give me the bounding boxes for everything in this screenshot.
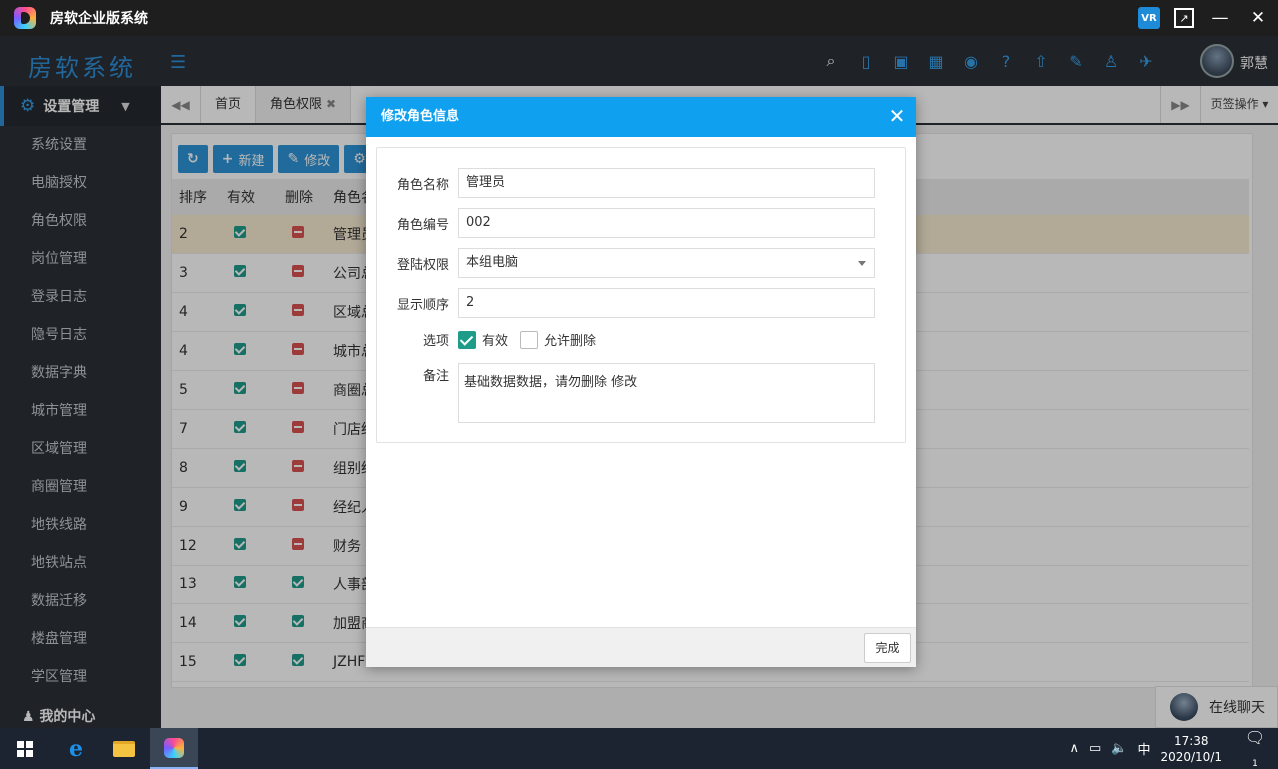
notification-icon[interactable]: 🗨1 [1242,728,1268,769]
role-code-label: 角色编号 [396,217,449,233]
app-logo-icon [14,7,36,29]
done-button[interactable]: 完成 [864,633,911,663]
clock-time: 17:38 [1173,733,1209,748]
tray-expand-icon[interactable]: ∧ [1069,741,1079,756]
system-tray: ∧ ▭ 🔈 中 17:38 2020/10/1 🗨1 [1069,728,1278,769]
file-explorer-icon[interactable] [100,728,148,769]
network-icon[interactable]: ▭ [1089,741,1101,756]
login-permission-select[interactable]: 本组电脑 [458,248,875,278]
allow-delete-checkbox-label: 允许删除 [544,334,597,349]
valid-checkbox[interactable] [458,330,476,349]
notification-count: 1 [1252,759,1258,769]
volume-icon[interactable]: 🔈 [1111,741,1127,756]
windows-start-icon[interactable] [17,740,33,757]
dialog-form: 角色名称 管理员 角色编号 002 登陆权限 本组电脑 显示顺序 2 选项 有效… [376,147,906,443]
edge-browser-icon[interactable]: e [52,728,100,769]
close-window-button[interactable]: ✕ [1246,6,1270,30]
chevron-down-icon [858,261,866,266]
login-permission-value: 本组电脑 [466,255,519,270]
clock[interactable]: 17:38 2020/10/1 [1160,733,1222,765]
remark-label: 备注 [422,369,449,384]
os-taskbar: e ∧ ▭ 🔈 中 17:38 2020/10/1 🗨1 [0,728,1278,769]
close-icon[interactable]: ✕ [888,106,906,126]
remark-textarea[interactable]: 基础数据数据，请勿删除 修改 [458,363,875,423]
ime-indicator[interactable]: 中 [1137,739,1150,758]
window-title: 房软企业版系统 [50,11,148,27]
display-order-label: 显示顺序 [396,297,449,313]
edit-role-dialog: 修改角色信息 ✕ 角色名称 管理员 角色编号 002 登陆权限 本组电脑 显示顺… [366,97,916,667]
role-code-input[interactable]: 002 [458,208,875,238]
dialog-header: 修改角色信息 ✕ [366,97,916,137]
role-name-label: 角色名称 [396,177,449,193]
dialog-footer: 完成 [366,627,916,667]
options-label: 选项 [422,334,449,349]
dialog-title: 修改角色信息 [381,109,460,124]
allow-delete-checkbox[interactable] [520,330,539,349]
display-order-input[interactable]: 2 [458,288,875,318]
role-name-input[interactable]: 管理员 [458,168,875,198]
vr-icon[interactable]: VR [1138,7,1160,29]
clock-date: 2020/10/1 [1160,749,1222,764]
valid-checkbox-label: 有效 [482,334,509,349]
window-title-bar: 房软企业版系统 VR ↗ — ✕ [0,0,1278,36]
app-taskbar-icon[interactable] [150,728,198,769]
minimize-button[interactable]: — [1208,6,1232,30]
external-link-icon[interactable]: ↗ [1174,8,1194,28]
login-permission-label: 登陆权限 [396,257,449,273]
